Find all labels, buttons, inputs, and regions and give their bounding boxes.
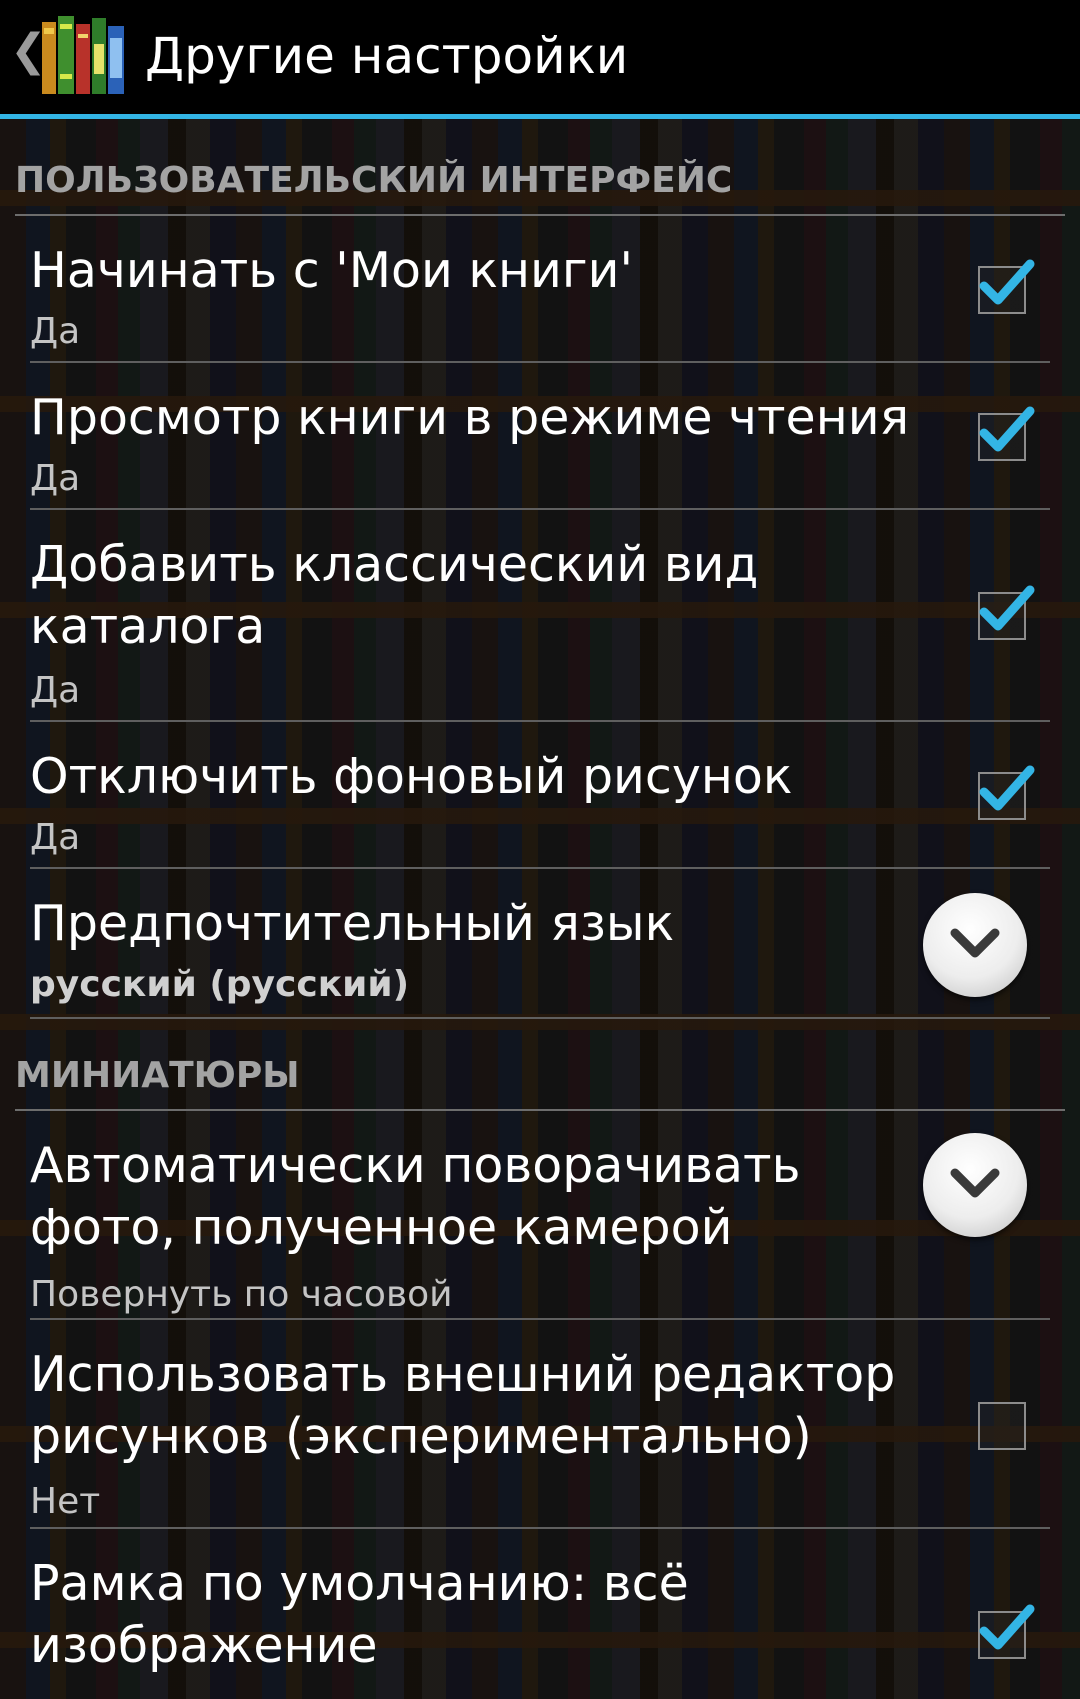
section-header-user-interface: ПОЛЬЗОВАТЕЛЬСКИЙ ИНТЕРФЕЙС	[15, 160, 1065, 216]
pref-title: Рамка по умолчанию: всё изображение	[30, 1555, 689, 1674]
pref-classic-catalog-view[interactable]: Добавить классический вид каталога Да	[30, 512, 1050, 722]
pref-title: Просмотр книги в режиме чтения	[30, 389, 910, 446]
pref-preferred-language[interactable]: Предпочтительный язык русский (русский)	[30, 871, 1050, 1019]
pref-summary: русский (русский)	[30, 964, 410, 1005]
pref-disable-background[interactable]: Отключить фоновый рисунок Да	[30, 724, 1050, 869]
pref-summary: Да	[30, 311, 81, 352]
pref-title: Использовать внешний редактор рисунков (…	[30, 1346, 896, 1465]
checkbox-checked[interactable]	[978, 585, 1035, 640]
pref-title: Добавить классический вид каталога	[30, 536, 759, 655]
pref-title: Автоматически поворачивать фото, получен…	[30, 1137, 801, 1256]
action-bar: ❮ Другие настройки	[0, 0, 1080, 119]
pref-summary: Да	[30, 458, 81, 499]
pref-summary: Нет	[30, 1481, 101, 1522]
section-label: МИНИАТЮРЫ	[15, 1055, 300, 1096]
pref-title: Предпочтительный язык	[30, 895, 675, 952]
screen-title: Другие настройки	[145, 27, 629, 85]
check-icon	[979, 585, 1035, 631]
dropdown-button[interactable]	[923, 893, 1027, 997]
checkbox-checked[interactable]	[978, 259, 1035, 314]
pref-auto-rotate-photo[interactable]: Автоматически поворачивать фото, получен…	[30, 1113, 1050, 1320]
check-icon	[979, 765, 1035, 811]
section-label: ПОЛЬЗОВАТЕЛЬСКИЙ ИНТЕРФЕЙС	[15, 160, 733, 201]
checkbox-checked[interactable]	[978, 1604, 1035, 1659]
check-icon	[979, 406, 1035, 452]
chevron-down-icon	[950, 1168, 1000, 1198]
dropdown-button[interactable]	[923, 1133, 1027, 1237]
pref-default-frame[interactable]: Рамка по умолчанию: всё изображение	[30, 1531, 1050, 1699]
books-icon[interactable]	[40, 14, 126, 98]
pref-start-with-my-books[interactable]: Начинать с 'Мои книги' Да	[30, 218, 1050, 363]
pref-external-image-editor[interactable]: Использовать внешний редактор рисунков (…	[30, 1322, 1050, 1529]
pref-title: Начинать с 'Мои книги'	[30, 242, 633, 299]
pref-reading-mode-view[interactable]: Просмотр книги в режиме чтения Да	[30, 365, 1050, 510]
checkbox-checked[interactable]	[978, 765, 1035, 820]
pref-summary: Да	[30, 817, 81, 858]
check-icon	[979, 259, 1035, 305]
checkbox-checked[interactable]	[978, 406, 1035, 461]
section-header-thumbnails: МИНИАТЮРЫ	[15, 1055, 1065, 1111]
pref-summary: Да	[30, 670, 81, 711]
pref-summary: Повернуть по часовой	[30, 1274, 453, 1315]
chevron-down-icon	[950, 928, 1000, 958]
pref-title: Отключить фоновый рисунок	[30, 748, 793, 805]
checkbox-unchecked[interactable]	[978, 1402, 1026, 1450]
check-icon	[979, 1604, 1035, 1650]
